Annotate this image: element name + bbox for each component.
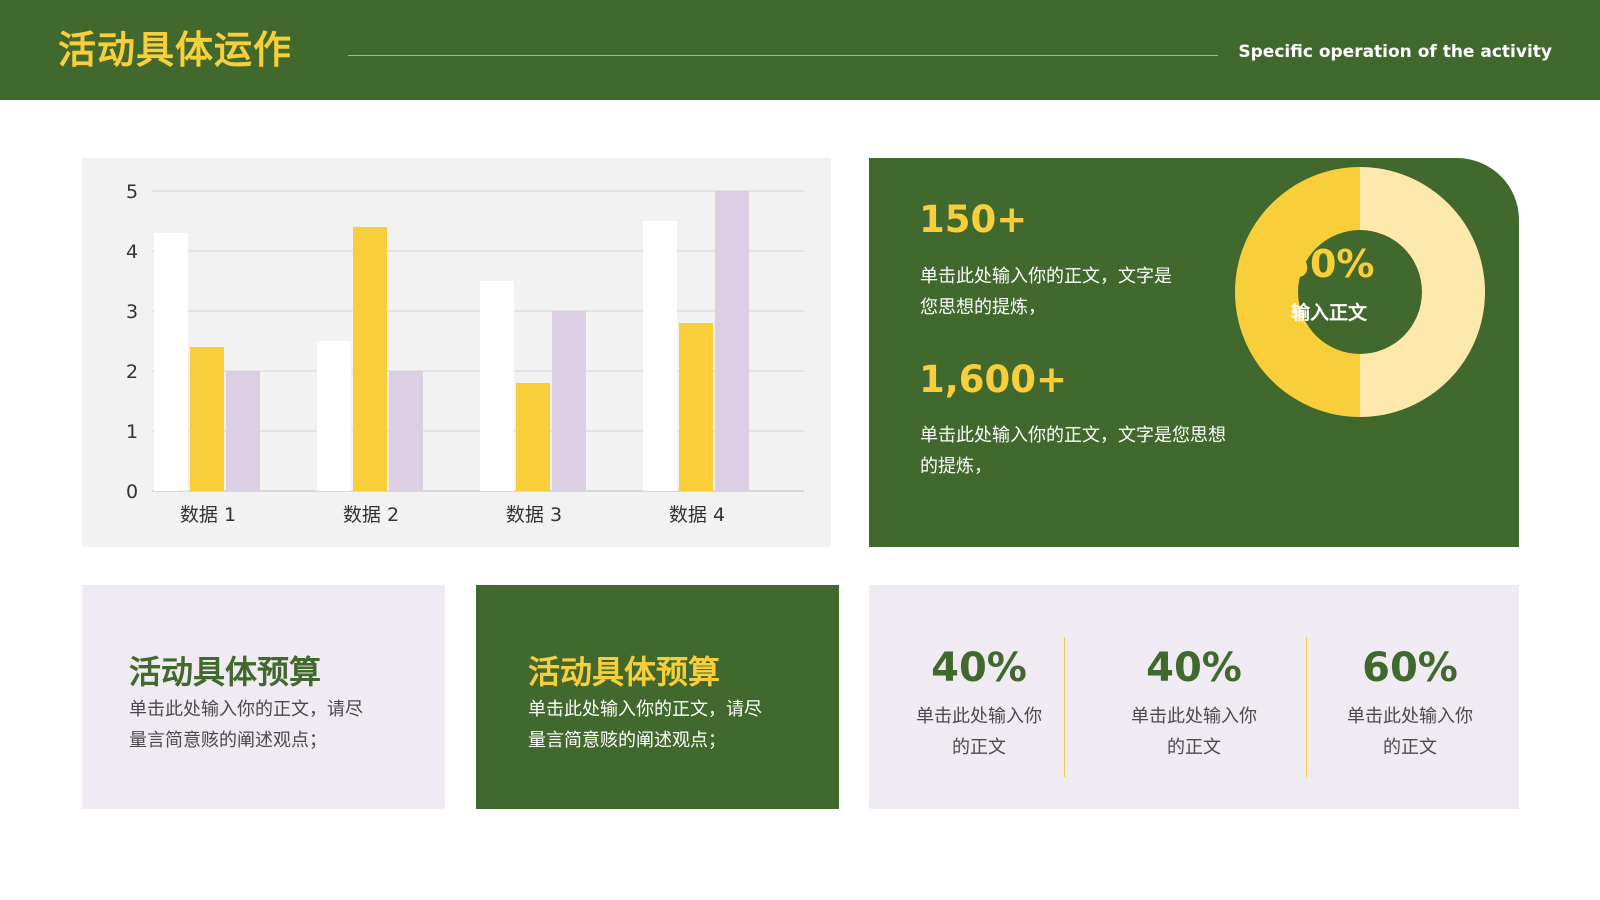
donut-remaining-segment: [1360, 167, 1485, 417]
percentage-text-line-1: 单击此处输入你: [916, 706, 1042, 727]
donut-filled-segment: [1235, 167, 1360, 417]
y-tick-label: 2: [126, 361, 138, 383]
bar-chart: 0 1 2 3 4 5 数据 1 数据 2 数据 3 数据 4: [126, 181, 804, 526]
budget-card-text: 单击此处输入你的正文，请尽 量言简意赅的阐述观点；: [528, 694, 808, 756]
percentage-card: 40% 单击此处输入你 的正文 40% 单击此处输入你 的正文 60% 单击此处…: [869, 585, 1519, 809]
bar-chart-panel: 0 1 2 3 4 5 数据 1 数据 2 数据 3 数据 4: [82, 158, 831, 547]
bar-series-3-4: [715, 191, 749, 491]
y-tick-label: 4: [126, 241, 138, 263]
percentage-text-line-2: 的正文: [1167, 737, 1221, 758]
x-tick-label: 数据 4: [669, 504, 725, 526]
x-tick-label: 数据 3: [506, 504, 562, 526]
y-tick-label: 5: [126, 181, 138, 203]
budget-card-light: 活动具体预算 单击此处输入你的正文，请尽 量言简意赅的阐述观点；: [82, 585, 445, 809]
x-tick-label: 数据 2: [343, 504, 399, 526]
y-tick-label: 1: [126, 421, 138, 443]
x-tick-label: 数据 1: [180, 504, 236, 526]
bar-series-2-1: [190, 347, 224, 491]
budget-card-title: 活动具体预算: [129, 653, 322, 691]
bar-series-2-4: [679, 323, 713, 491]
bar-series-1-1: [154, 233, 188, 491]
y-tick-label: 3: [126, 301, 138, 323]
bar-series-2-3: [516, 383, 550, 491]
donut-chart: [1235, 167, 1485, 417]
percentage-text-line-2: 的正文: [952, 737, 1006, 758]
percentage-text: 单击此处输入你 的正文: [874, 701, 1084, 763]
percentage-divider: [1064, 637, 1065, 777]
budget-card-text-line-1: 单击此处输入你的正文，请尽: [129, 699, 363, 720]
bar-series-3-2: [389, 371, 423, 491]
bar-series-2-2: [353, 227, 387, 491]
percentage-value: 40%: [931, 645, 1027, 691]
budget-card-title: 活动具体预算: [528, 653, 721, 691]
page-title: 活动具体运作: [58, 28, 293, 72]
budget-card-text-line-2: 量言简意赅的阐述观点；: [528, 730, 726, 751]
percentage-text-line-2: 的正文: [1383, 737, 1437, 758]
budget-card-text-line-1: 单击此处输入你的正文，请尽: [528, 699, 762, 720]
budget-card-text-line-2: 量言简意赅的阐述观点；: [129, 730, 327, 751]
y-tick-label: 0: [126, 481, 138, 503]
bar-series-1-2: [317, 341, 351, 491]
budget-card-text: 单击此处输入你的正文，请尽 量言简意赅的阐述观点；: [129, 694, 409, 756]
percentage-text-line-1: 单击此处输入你: [1347, 706, 1473, 727]
budget-card-dark: 活动具体预算 单击此处输入你的正文，请尽 量言简意赅的阐述观点；: [476, 585, 839, 809]
donut-label: 输入正文: [1290, 302, 1367, 324]
percentage-text: 单击此处输入你 的正文: [1305, 701, 1515, 763]
stats-panel: 150+ 单击此处输入你的正文，文字是 您思想的提炼， 1,600+ 单击此处输…: [869, 158, 1519, 547]
donut-percent: 50%: [1283, 242, 1375, 286]
bar-series-3-3: [552, 311, 586, 491]
percentage-text-line-1: 单击此处输入你: [1131, 706, 1257, 727]
percentage-value: 60%: [1362, 645, 1458, 691]
page-subtitle: Specific operation of the activity: [1238, 42, 1552, 62]
bar-series-1-3: [480, 281, 514, 491]
percentage-text: 单击此处输入你 的正文: [1089, 701, 1299, 763]
bar-series-1-4: [643, 221, 677, 491]
header-divider: [348, 55, 1218, 56]
bar-series-3-1: [226, 371, 260, 491]
percentage-value: 40%: [1146, 645, 1242, 691]
header-bar: 活动具体运作 Specific operation of the activit…: [0, 0, 1600, 100]
